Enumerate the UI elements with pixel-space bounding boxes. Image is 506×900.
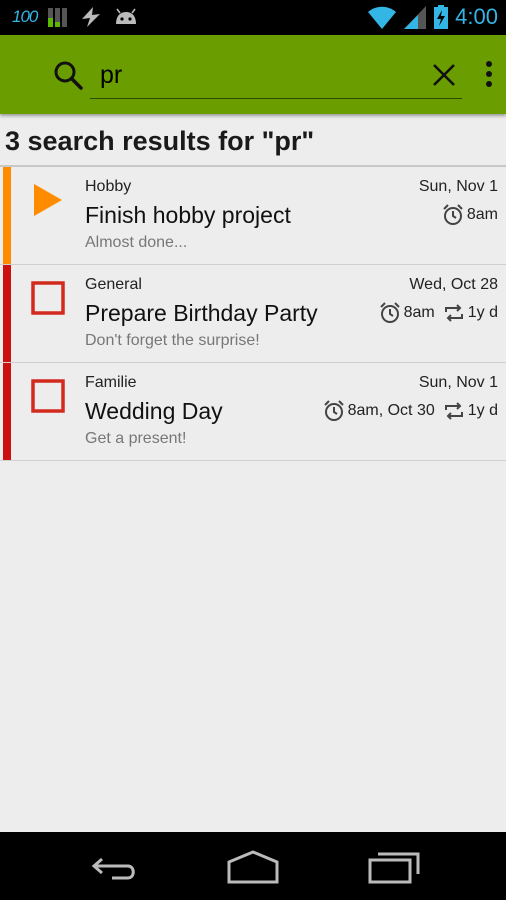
- search-input[interactable]: [90, 53, 462, 99]
- repeat-text: 1y d: [467, 304, 498, 321]
- task-list-name: Familie: [85, 374, 137, 391]
- navigation-bar: [0, 832, 506, 900]
- task-title: Wedding Day: [85, 398, 223, 424]
- results-header: 3 search results for "pr": [0, 114, 506, 167]
- status-bar: 100 4:00: [0, 0, 506, 35]
- clock: 4:00: [455, 4, 498, 29]
- checkbox-icon[interactable]: [30, 280, 66, 316]
- task-row[interactable]: General Prepare Birthday Party Don't for…: [0, 265, 506, 363]
- battery-level-text: 100: [12, 7, 38, 26]
- status-bar-left: 100: [12, 6, 139, 28]
- reminder-text: 8am, Oct 30: [347, 402, 435, 419]
- wifi-icon: [368, 6, 397, 29]
- priority-bar: [3, 265, 11, 362]
- reminder: 8am: [379, 302, 435, 324]
- search-action-bar: [0, 35, 506, 114]
- task-list-name: General: [85, 276, 142, 293]
- repeat-icon: [444, 304, 463, 322]
- task-title: Prepare Birthday Party: [85, 300, 318, 326]
- signal-icon: [404, 6, 427, 29]
- recent-apps-icon[interactable]: [364, 846, 424, 886]
- results-count-title: 3 search results for "pr": [5, 126, 315, 156]
- flash-icon: [82, 7, 101, 27]
- reminder-text: 8am: [403, 304, 435, 321]
- task-note: Get a present!: [85, 430, 187, 447]
- task-due-date: Wed, Oct 28: [409, 276, 498, 293]
- repeat: 1y d: [443, 400, 498, 422]
- task-note: Don't forget the surprise!: [85, 332, 260, 349]
- task-note: Almost done...: [85, 234, 188, 251]
- task-list: Hobby Finish hobby project Almost done..…: [0, 167, 506, 461]
- repeat-text: 1y d: [467, 402, 498, 419]
- battery-charging-icon: [434, 5, 449, 29]
- reminder: 8am, Oct 30: [323, 400, 435, 422]
- clear-search-icon[interactable]: [430, 61, 458, 89]
- priority-bar: [3, 363, 11, 460]
- back-icon[interactable]: [82, 846, 142, 886]
- alarm-icon: [443, 204, 463, 225]
- search-icon: [54, 61, 83, 90]
- storage-bars-icon: [48, 8, 68, 27]
- android-icon: [116, 8, 137, 24]
- task-meta: 8am, Oct 30 1y d: [323, 400, 498, 422]
- overflow-menu-icon[interactable]: [478, 57, 500, 93]
- home-icon[interactable]: [223, 846, 283, 886]
- task-meta: 8am: [442, 204, 498, 226]
- task-row[interactable]: Hobby Finish hobby project Almost done..…: [0, 167, 506, 265]
- priority-bar: [3, 167, 11, 264]
- reminder: 8am: [442, 204, 498, 226]
- task-due-date: Sun, Nov 1: [418, 374, 498, 391]
- alarm-icon: [379, 302, 400, 323]
- task-row[interactable]: Familie Wedding Day Get a present! Sun, …: [0, 363, 506, 461]
- task-meta: 8am 1y d: [379, 302, 498, 324]
- status-bar-right: 4:00: [367, 4, 498, 30]
- task-title: Finish hobby project: [85, 202, 291, 228]
- play-icon[interactable]: [30, 182, 66, 218]
- repeat-icon: [444, 402, 463, 420]
- repeat: 1y d: [443, 302, 498, 324]
- checkbox-icon[interactable]: [30, 378, 66, 414]
- task-due-date: Sun, Nov 1: [418, 178, 498, 195]
- reminder-text: 8am: [466, 206, 498, 223]
- task-list-name: Hobby: [85, 178, 132, 195]
- alarm-icon: [323, 400, 344, 421]
